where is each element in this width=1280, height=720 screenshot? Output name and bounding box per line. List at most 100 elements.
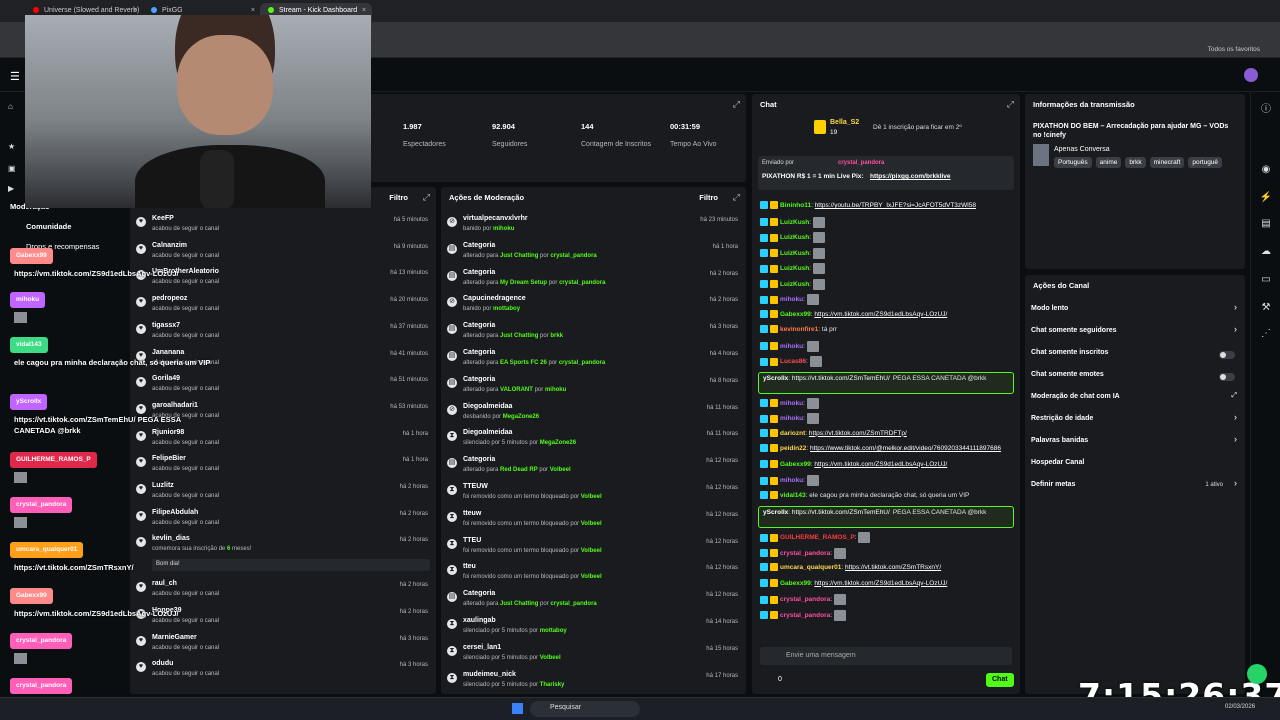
windows-start-icon[interactable] bbox=[512, 703, 523, 714]
chat-link[interactable]: https://youtu.be/TRPBY_IxJFE?si=JcAFOT5d… bbox=[815, 202, 976, 209]
send-chat-button[interactable]: Chat bbox=[986, 673, 1014, 687]
bolt-icon[interactable]: ⚡ bbox=[1259, 192, 1273, 206]
nodes-icon[interactable]: ⋰ bbox=[1259, 328, 1273, 342]
chat-input[interactable]: Envie uma mensagem bbox=[760, 647, 1012, 665]
pinned-message[interactable]: Enviado por crystal_pandora PIXATHON R$ … bbox=[758, 156, 1014, 190]
channel-action-item[interactable]: Chat somente emotes bbox=[1025, 367, 1245, 387]
chat-username[interactable]: LuizKush bbox=[780, 250, 809, 257]
channel-action-item[interactable]: Moderação de chat com IA ⤢ bbox=[1025, 389, 1245, 409]
microphone-shape bbox=[200, 150, 234, 208]
chat-username[interactable]: umcara_qualquer01 bbox=[780, 564, 841, 571]
stream-tag[interactable]: minecraft bbox=[1149, 157, 1185, 168]
chat-username[interactable]: Lucas86 bbox=[780, 358, 806, 365]
chat-username[interactable]: crystal_pandora bbox=[780, 612, 830, 619]
chat-username[interactable]: GUILHERME_RAMOS_P bbox=[780, 534, 855, 541]
chat-username[interactable]: LuizKush bbox=[780, 265, 809, 272]
activity-filter[interactable]: Filtro bbox=[389, 193, 408, 202]
chevron-right-icon[interactable]: › bbox=[1234, 478, 1237, 488]
chat-username[interactable]: crystal_pandora bbox=[780, 596, 830, 603]
chat-username[interactable]: LuizKush bbox=[780, 281, 809, 288]
chat-username[interactable]: kevinonfire1 bbox=[780, 326, 818, 333]
chat-username[interactable]: Gabexx99 bbox=[780, 580, 811, 587]
chat-link[interactable]: https://vm.tiktok.com/ZS9d1edLbsAqv-LOzU… bbox=[814, 580, 947, 587]
chat-username[interactable]: LuizKush bbox=[780, 219, 809, 226]
chat-username[interactable]: Gabexx99 bbox=[780, 461, 811, 468]
chat-username[interactable]: darioznt bbox=[780, 430, 805, 437]
chat-link[interactable]: https://vt.tiktok.com/ZSmTRDFTp/ bbox=[809, 430, 907, 437]
menu-icon[interactable]: ☰ bbox=[10, 70, 20, 83]
chat-link[interactable]: https://vm.tiktok.com/ZS9d1edLbsAqv-LOzU… bbox=[814, 461, 947, 468]
chat-link[interactable]: https://vt.tiktok.com/ZSmTemEhU/ bbox=[792, 375, 890, 382]
chat-username[interactable]: mihoku bbox=[780, 400, 803, 407]
chat-link[interactable]: https://vm.tiktok.com/ZS9d1edLbsAqv-LOzU… bbox=[814, 311, 947, 318]
chevron-right-icon[interactable]: › bbox=[1234, 324, 1237, 334]
chat-username[interactable]: crystal_pandora bbox=[780, 550, 830, 557]
highlighted-message: yScrollx: https://vt.tiktok.com/ZSmTemEh… bbox=[758, 506, 1014, 528]
chat-username[interactable]: Bininho11 bbox=[780, 202, 811, 209]
whatsapp-icon[interactable] bbox=[1247, 664, 1267, 684]
stream-tag[interactable]: portuguê bbox=[1188, 157, 1223, 168]
toggle-switch[interactable] bbox=[1219, 373, 1235, 381]
moderation-filter[interactable]: Filtro bbox=[699, 193, 718, 202]
chat-link[interactable]: https://www.tiktok.com/@melkor.edit/vide… bbox=[810, 445, 1001, 452]
channel-action-item[interactable]: Chat somente inscritos bbox=[1025, 345, 1245, 365]
avatar[interactable] bbox=[1244, 68, 1258, 82]
chat-username[interactable]: yScrollx bbox=[763, 509, 788, 516]
category-icon: ▤ bbox=[447, 377, 457, 388]
pinned-link[interactable]: https://pixgg.com/brkklive bbox=[870, 173, 951, 180]
chat-username[interactable]: vidal143 bbox=[780, 492, 806, 499]
chevron-right-icon[interactable]: › bbox=[1234, 412, 1237, 422]
stream-tag[interactable]: Português bbox=[1054, 157, 1092, 168]
chevron-right-icon[interactable]: › bbox=[1234, 434, 1237, 444]
all-bookmarks-label[interactable]: Todos os favoritos bbox=[1208, 46, 1260, 53]
chevron-right-icon[interactable]: › bbox=[1234, 302, 1237, 312]
mod-time: há 11 horas bbox=[706, 404, 738, 411]
sidebar-community[interactable]: Comunidade bbox=[26, 222, 71, 231]
feed-time: há 5 minutos bbox=[393, 217, 428, 223]
sub-badge-icon bbox=[760, 595, 768, 604]
stream-tag[interactable]: anime bbox=[1095, 157, 1122, 168]
expand-icon[interactable]: ⤢ bbox=[1007, 99, 1014, 110]
channel-action-item[interactable]: Definir metas › 1 ativo bbox=[1025, 477, 1245, 497]
chat-username[interactable]: peidin22 bbox=[780, 445, 806, 452]
channel-action-item[interactable]: Chat somente seguidores › bbox=[1025, 323, 1245, 343]
stream-tag[interactable]: brkk bbox=[1125, 157, 1146, 168]
expand-icon[interactable]: ⤢ bbox=[733, 192, 740, 203]
chat-username[interactable]: LuizKush bbox=[780, 234, 809, 241]
moderation-item: ⧗ TTEUW foi removido como um termo bloquea… bbox=[441, 481, 746, 507]
home-icon[interactable]: ⌂ bbox=[8, 102, 13, 111]
close-icon[interactable]: × bbox=[133, 7, 137, 14]
monitor-icon[interactable]: ▭ bbox=[1259, 274, 1273, 288]
close-icon[interactable]: × bbox=[251, 7, 255, 14]
chat-username[interactable]: mihoku bbox=[780, 343, 803, 350]
chat-icon[interactable]: ☁ bbox=[1259, 246, 1273, 260]
chat-username[interactable]: mihoku bbox=[780, 296, 803, 303]
taskbar-search[interactable]: Pesquisar bbox=[530, 701, 640, 717]
toggle-switch[interactable] bbox=[1219, 351, 1235, 359]
moderation-item: ⧗ cersei_lan1 silenciado por 5 minutos por… bbox=[441, 642, 746, 668]
video-icon[interactable]: ▶ bbox=[8, 184, 14, 193]
expand-icon[interactable]: ⤢ bbox=[733, 99, 740, 110]
channel-action-item[interactable]: Palavras banidas › bbox=[1025, 433, 1245, 453]
wallet-icon[interactable]: ▣ bbox=[8, 164, 16, 173]
chat-username[interactable]: Gabexx99 bbox=[780, 311, 811, 318]
expand-icon[interactable]: ⤢ bbox=[423, 192, 430, 203]
channel-action-item[interactable]: Modo lento › bbox=[1025, 301, 1245, 321]
chat-message: umcara_qualquer01: https://vt.tiktok.com… bbox=[760, 563, 1015, 573]
mod-target: Categoria bbox=[463, 375, 496, 383]
chat-link[interactable]: https://vt.tiktok.com/ZSmTRsxnY/ bbox=[845, 564, 941, 571]
close-icon[interactable]: × bbox=[362, 7, 366, 14]
channel-action-item[interactable]: Hospedar Canal bbox=[1025, 455, 1245, 475]
camera-icon[interactable]: ◉ bbox=[1259, 164, 1273, 178]
chat-username[interactable]: yScrollx bbox=[763, 375, 788, 382]
trophy-icon[interactable]: ★ bbox=[8, 142, 15, 151]
channel-action-item[interactable]: Restrição de idade › bbox=[1025, 411, 1245, 431]
doc-icon[interactable]: ▤ bbox=[1259, 218, 1273, 232]
chat-username[interactable]: mihoku bbox=[780, 415, 803, 422]
feed-time: há 2 horas bbox=[399, 510, 428, 517]
hammer-icon[interactable]: ⚒ bbox=[1259, 302, 1273, 316]
info-icon[interactable]: ⓘ bbox=[1259, 100, 1273, 115]
external-link-icon[interactable]: ⤢ bbox=[1231, 392, 1237, 400]
chat-link[interactable]: https://vt.tiktok.com/ZSmTemEhU/ bbox=[792, 509, 890, 516]
chat-username[interactable]: mihoku bbox=[780, 477, 803, 484]
